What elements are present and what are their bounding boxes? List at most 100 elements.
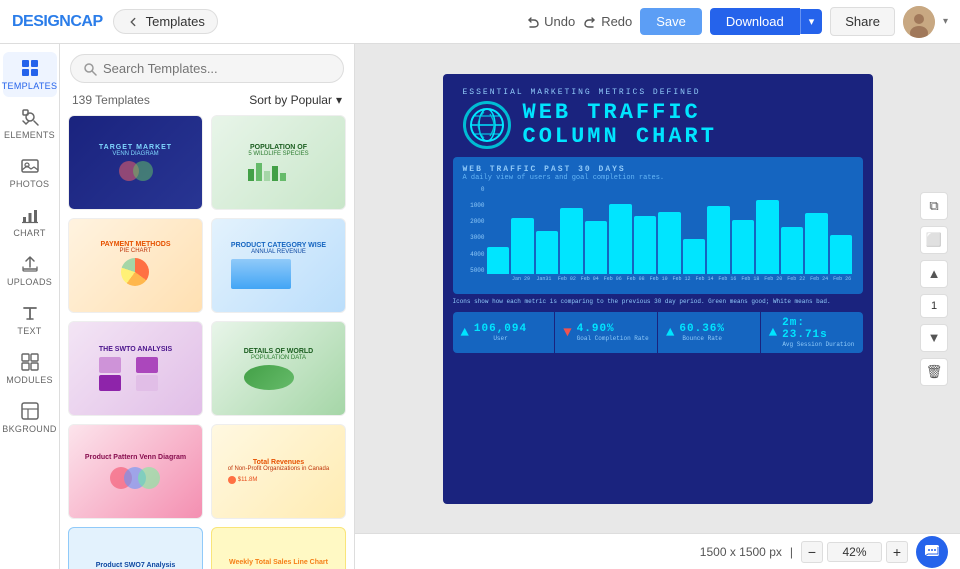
modules-icon [20,352,40,372]
zoom-out-button[interactable]: − [801,541,823,563]
chart-section: WEB TRAFFIC PAST 30 DAYS A daily view of… [453,157,863,294]
download-button[interactable]: Download [710,8,800,35]
delete-button[interactable]: 🗑 [920,358,948,386]
template-preview: PAYMENT METHODS PIE CHART [69,219,202,312]
undo-button[interactable]: Undo [526,14,575,29]
bar-item [536,186,559,274]
bar-item [634,186,657,274]
infographic-title-line1: WEB TRAFFIC [523,101,717,125]
sidebar-item-templates[interactable]: TEMPLATES [3,52,57,97]
bar-item [805,186,828,274]
share-button[interactable]: Share [830,7,895,36]
template-preview: DETAILS OF WORLD POPULATION DATA [212,322,345,415]
template-card[interactable]: PAYMENT METHODS PIE CHART [68,218,203,313]
sort-button[interactable]: Sort by Popular ▾ [249,93,342,107]
infographic-title-line2: COLUMN CHART [523,125,717,149]
sidebar-item-uploads[interactable]: UPLOADS [3,248,57,293]
bar-item [756,186,779,274]
metric-label: User [474,335,527,342]
metrics-strip: ▲ 106,094User ▼4.90%Goal Completion Rate▲6… [453,312,863,353]
breadcrumb-button[interactable]: Templates [113,9,218,34]
bar-item [732,186,755,274]
sidebar-bkground-label: BKGROUND [2,424,56,434]
sidebar: TEMPLATES ELEMENTS PHOTOS [0,44,60,569]
template-preview: THE SWTO ANALYSIS [69,322,202,415]
sidebar-item-background[interactable]: BKGROUND [3,395,57,440]
search-icon [83,62,97,76]
sidebar-modules-label: MODULES [6,375,53,385]
xaxis-label: Feb 08 [625,276,646,282]
bars-container [487,186,853,274]
template-card[interactable]: Product SWO7 Analysis [68,527,203,569]
xaxis-label: Feb 18 [740,276,761,282]
canvas-scroll[interactable]: ESSENTIAL MARKETING METRICS DEFINED [355,44,960,533]
redo-icon [583,15,597,29]
infographic-canvas: ESSENTIAL MARKETING METRICS DEFINED [443,74,873,504]
chart-title: WEB TRAFFIC PAST 30 DAYS [463,165,853,174]
xaxis-label: Feb 10 [648,276,669,282]
canvas-bottom: 1500 x 1500 px | − 42% + [355,533,960,569]
download-dropdown-button[interactable]: ▾ [800,9,823,34]
globe-icon [463,101,511,149]
template-card[interactable]: TARGET MARKET VENN DIAGRAM [68,115,203,210]
duplicate-button[interactable]: ⬜ [920,226,948,254]
page-number: 1 [920,294,948,318]
template-card[interactable]: THE SWTO ANALYSIS [68,321,203,416]
bar-item [487,186,510,274]
sidebar-text-label: TEXT [17,326,41,336]
uploads-icon [20,254,40,274]
sidebar-item-elements[interactable]: ELEMENTS [3,101,57,146]
save-button[interactable]: Save [640,8,702,35]
infographic-subtitle: ESSENTIAL MARKETING METRICS DEFINED [463,88,853,97]
metric-arrow: ▲ [461,325,469,341]
sidebar-item-text[interactable]: TEXT [3,297,57,342]
arrow-down-button[interactable]: ▼ [920,324,948,352]
template-preview: Product SWO7 Analysis [69,528,202,569]
avatar[interactable] [903,6,935,38]
template-card[interactable]: PRODUCT CATEGORY WISE ANNUAL REVENUE [211,218,346,313]
elements-icon [20,107,40,127]
chart-subtitle: A daily view of users and goal completio… [463,174,853,182]
sidebar-item-photos[interactable]: PHOTOS [3,150,57,195]
metric-label: Avg Session Duration [782,341,854,348]
metric-arrow: ▲ [769,325,777,341]
sidebar-item-chart[interactable]: CHART [3,199,57,244]
template-card[interactable]: Weekly Total Sales Line Chart [211,527,346,569]
chevron-down-icon: ▾ [336,93,342,107]
avatar-chevron[interactable]: ▾ [943,16,948,27]
undo-icon [526,15,540,29]
template-preview: Product Pattern Venn Diagram [69,425,202,518]
globe-svg [468,106,506,144]
chat-icon [924,544,940,560]
bar-item [707,186,730,274]
bar-item [830,186,853,274]
xaxis-label: Feb 20 [763,276,784,282]
canvas-area: ESSENTIAL MARKETING METRICS DEFINED [355,44,960,569]
metric-item: ▼4.90%Goal Completion Rate [555,312,658,353]
copy-button[interactable]: ⧉ [920,192,948,220]
sidebar-item-modules[interactable]: MODULES [3,346,57,391]
bar-item [658,186,681,274]
xaxis-label: Feb 04 [579,276,600,282]
metric-item: ▲60.36%Bounce Rate [658,312,761,353]
template-card[interactable]: Product Pattern Venn Diagram [68,424,203,519]
title-block: WEB TRAFFIC COLUMN CHART [523,101,717,149]
metric-value: 106,094 [474,323,527,335]
template-preview: Total Revenues of Non-Profit Organizatio… [212,425,345,518]
metric-arrow: ▲ [666,325,674,341]
chat-button[interactable] [916,536,948,568]
search-input[interactable] [103,61,331,76]
template-card[interactable]: DETAILS OF WORLD POPULATION DATA [211,321,346,416]
redo-button[interactable]: Redo [583,14,632,29]
template-card[interactable]: Total Revenues of Non-Profit Organizatio… [211,424,346,519]
template-card[interactable]: POPULATION OF 5 WILDLIFE SPECIES [211,115,346,210]
sidebar-photos-label: PHOTOS [10,179,50,189]
bars-and-xaxis: Jan 29Jan31Feb 02Feb 04Feb 06Feb 08Feb 1… [487,186,853,286]
arrow-up-button[interactable]: ▲ [920,260,948,288]
zoom-in-button[interactable]: + [886,541,908,563]
background-icon [20,401,40,421]
photos-icon [20,156,40,176]
xaxis-label: Feb 06 [602,276,623,282]
metric-arrow: ▼ [563,325,571,341]
metric-item: ▲ 106,094User [453,312,556,353]
